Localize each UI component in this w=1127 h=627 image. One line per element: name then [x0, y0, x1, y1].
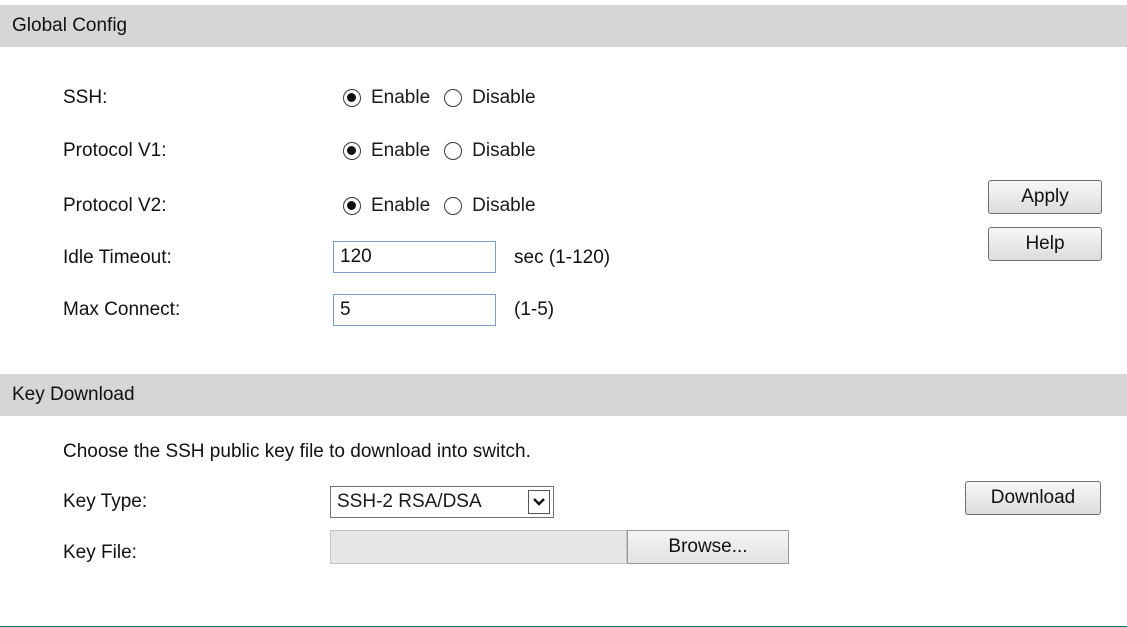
protocol-v1-disable-radio[interactable]: [444, 142, 463, 160]
key-file-path-field[interactable]: [330, 530, 627, 564]
idle-timeout-label: Idle Timeout:: [63, 247, 172, 268]
max-connect-hint: (1-5): [514, 299, 555, 320]
global-config-header: Global Config: [0, 5, 1127, 47]
protocol-v1-disable-label: Disable: [472, 140, 536, 161]
protocol-v1-enable-label: Enable: [371, 140, 431, 161]
protocol-v2-enable-label: Enable: [371, 195, 431, 216]
apply-button[interactable]: Apply: [988, 180, 1102, 214]
ssh-enable-radio[interactable]: [343, 89, 361, 107]
protocol-v2-enable-radio[interactable]: [343, 197, 361, 215]
key-type-select[interactable]: SSH-2 RSA/DSA: [330, 486, 554, 518]
key-type-label: Key Type:: [63, 491, 148, 512]
protocol-v1-enable-radio[interactable]: [343, 142, 361, 160]
idle-timeout-input[interactable]: [333, 241, 496, 273]
protocol-v1-radio-group: Enable Disable: [343, 138, 550, 164]
protocol-v1-label: Protocol V1:: [63, 140, 167, 161]
help-button[interactable]: Help: [988, 227, 1102, 261]
key-download-description: Choose the SSH public key file to downlo…: [63, 441, 531, 462]
max-connect-label: Max Connect:: [63, 299, 181, 320]
ssh-label: SSH:: [63, 87, 108, 108]
key-download-header: Key Download: [0, 374, 1127, 416]
protocol-v2-disable-label: Disable: [472, 195, 536, 216]
browse-button[interactable]: Browse...: [627, 530, 789, 564]
protocol-v2-label: Protocol V2:: [63, 195, 167, 216]
idle-timeout-hint: sec (1-120): [514, 247, 611, 268]
ssh-radio-group: Enable Disable: [343, 85, 550, 111]
ssh-disable-label: Disable: [472, 87, 536, 108]
ssh-config-page: Global Config SSH: Enable Disable Protoc…: [0, 0, 1127, 627]
key-type-selected-value: SSH-2 RSA/DSA: [337, 491, 482, 512]
download-button[interactable]: Download: [965, 481, 1101, 515]
ssh-enable-label: Enable: [371, 87, 431, 108]
chevron-down-icon[interactable]: [528, 490, 550, 514]
protocol-v2-radio-group: Enable Disable: [343, 193, 550, 219]
ssh-disable-radio[interactable]: [444, 89, 463, 107]
max-connect-input[interactable]: [333, 294, 496, 326]
key-file-label: Key File:: [63, 542, 137, 563]
protocol-v2-disable-radio[interactable]: [444, 197, 463, 215]
